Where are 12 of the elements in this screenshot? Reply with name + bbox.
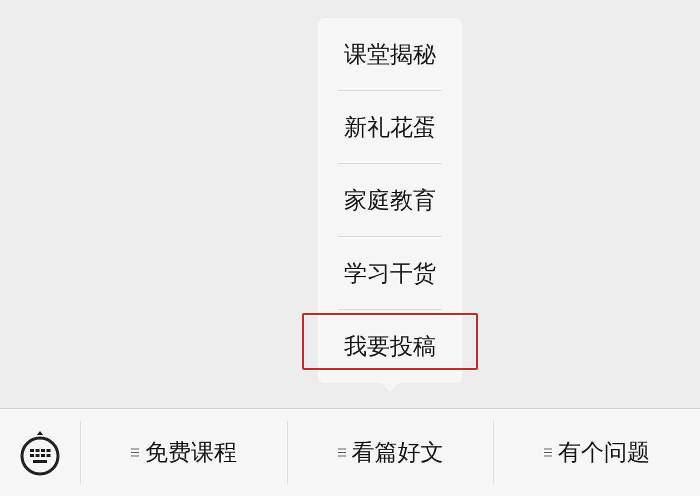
submenu-item[interactable]: 课堂揭秘 [344,38,436,70]
menu-icon [544,448,552,457]
submenu-item[interactable]: 新礼花蛋 [344,112,436,142]
menu-icon [338,448,346,457]
menu-bar-button[interactable]: 看篇好文 [334,433,448,472]
submenu-item[interactable]: 学习干货 [344,258,436,288]
menu-icon [130,448,139,457]
menu-bar-button[interactable]: 有个问题 [540,433,654,472]
keyboard-icon[interactable] [18,428,62,476]
submenu-item[interactable]: 家庭教育 [344,184,436,216]
submenu-item[interactable]: 我要投稿 [344,331,436,362]
menu-bar-button[interactable]: 免费课程 [126,433,241,472]
